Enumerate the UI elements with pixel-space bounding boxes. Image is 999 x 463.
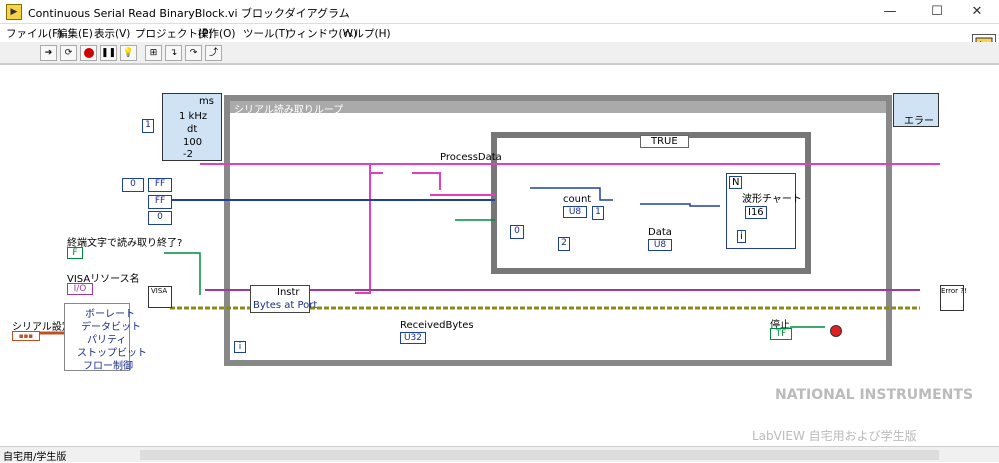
- step-out-icon[interactable]: ⤴: [205, 45, 222, 61]
- menu-view[interactable]: 表示(V): [94, 26, 130, 41]
- data-label: Data: [648, 227, 672, 238]
- run-arrow-icon[interactable]: ➔: [40, 45, 57, 61]
- retain-wire-values-icon[interactable]: ⊞: [145, 45, 162, 61]
- constant-ff-2[interactable]: FF: [148, 195, 172, 209]
- constant-0[interactable]: 0: [122, 178, 144, 192]
- ni-brand-logo: NATIONAL INSTRUMENTS: [775, 387, 974, 403]
- step-over-icon[interactable]: ↷: [185, 45, 202, 61]
- abort-icon[interactable]: [80, 45, 97, 61]
- window-titlebar: ▶ Continuous Serial Read BinaryBlock.vi …: [0, 0, 999, 24]
- process-data-label: ProcessData: [440, 152, 502, 163]
- count-indicator[interactable]: U8: [563, 206, 587, 218]
- constant-2[interactable]: 2: [558, 237, 570, 251]
- property-node[interactable]: Instr Bytes at Port: [250, 285, 317, 313]
- timing-node-left[interactable]: ms 1 kHz dt 100 -2: [162, 93, 222, 161]
- error-handler-node[interactable]: Error ?!: [940, 285, 967, 311]
- menu-edit[interactable]: 編集(E): [57, 26, 93, 41]
- termchar-constant[interactable]: F: [67, 247, 83, 259]
- run-continuously-icon[interactable]: ⟳: [60, 45, 77, 61]
- visa-configure-node[interactable]: VISA: [148, 286, 172, 308]
- horizontal-scrollbar[interactable]: [140, 450, 940, 460]
- status-label: 自宅用/学生版: [3, 452, 67, 463]
- close-button[interactable]: ✕: [955, 0, 999, 24]
- constant-0-b[interactable]: 0: [148, 211, 172, 225]
- serial-settings-control[interactable]: ▪▪▪: [12, 331, 40, 341]
- while-loop-label: シリアル読み取りループ: [234, 105, 344, 116]
- constant-0-c[interactable]: 0: [510, 225, 524, 239]
- serial-settings-cluster[interactable]: ボーレート データビット パリティ ストップビット フロー制御: [64, 303, 147, 372]
- stop-button-terminal[interactable]: TF: [770, 328, 792, 340]
- received-bytes-label: ReceivedBytes: [400, 320, 474, 331]
- menu-help[interactable]: ヘルプ(H): [343, 26, 391, 41]
- timing-node-right[interactable]: エラー: [893, 93, 939, 127]
- labview-vi-icon: ▶: [6, 4, 22, 20]
- constant-1-b[interactable]: 1: [592, 206, 604, 220]
- block-diagram-canvas[interactable]: シリアル読み取りループ ms 1 kHz dt 100 -2 1 エラー TRU…: [0, 64, 999, 446]
- menu-tools[interactable]: ツール(T): [243, 26, 289, 41]
- menu-operate[interactable]: 操作(O): [198, 26, 235, 41]
- waveform-chart-node[interactable]: N 波形チャート I16 i: [726, 173, 802, 249]
- status-bar: 自宅用/学生版: [0, 446, 999, 463]
- constant-1[interactable]: 1: [142, 119, 154, 133]
- menu-file[interactable]: ファイル(F): [6, 26, 62, 41]
- minimize-button[interactable]: —: [868, 0, 912, 24]
- toolbar: ➔ ⟳ ❚❚ 💡 ⊞ ↴ ↷ ⤴: [0, 42, 999, 64]
- labview-brand-text: LabVIEW 自宅用および学生版: [752, 429, 917, 443]
- count-label: count: [563, 194, 592, 205]
- data-indicator[interactable]: U8: [648, 239, 672, 251]
- menu-bar: ファイル(F) 編集(E) 表示(V) プロジェクト(P) 操作(O) ツール(…: [0, 24, 999, 42]
- stop-condition-icon: [830, 325, 842, 337]
- maximize-button[interactable]: ☐: [915, 0, 959, 24]
- iteration-terminal: i: [234, 341, 246, 353]
- pause-icon[interactable]: ❚❚: [100, 45, 117, 61]
- window-title: Continuous Serial Read BinaryBlock.vi ブロ…: [28, 7, 350, 20]
- received-bytes-indicator[interactable]: U32: [400, 332, 426, 344]
- highlight-execution-icon[interactable]: 💡: [120, 45, 137, 61]
- step-into-icon[interactable]: ↴: [165, 45, 182, 61]
- termchar-label: 終端文字で読み取り終了?: [67, 238, 183, 249]
- constant-ff-1[interactable]: FF: [148, 178, 172, 192]
- visa-resource-control[interactable]: I/O: [67, 283, 93, 295]
- case-selector[interactable]: TRUE: [640, 135, 689, 148]
